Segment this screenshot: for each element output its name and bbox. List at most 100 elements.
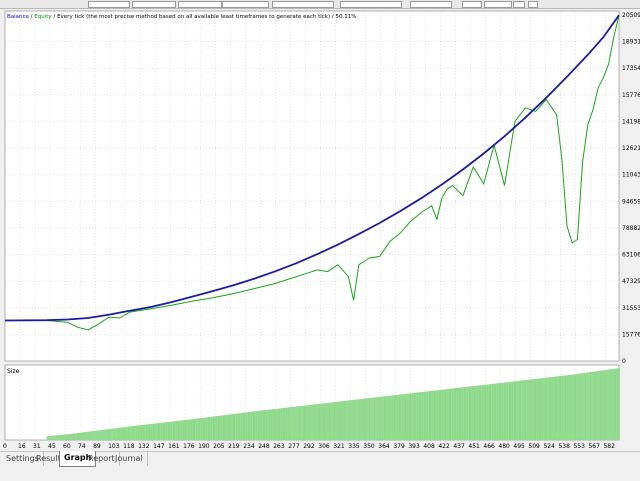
size-bar bbox=[240, 413, 242, 440]
size-bar bbox=[408, 393, 411, 440]
size-bar bbox=[263, 410, 266, 440]
size-bar bbox=[471, 386, 473, 440]
size-bar bbox=[160, 422, 162, 440]
size-bar bbox=[318, 403, 321, 440]
size-bar bbox=[182, 420, 185, 440]
size-bar bbox=[71, 433, 73, 440]
size-bar bbox=[551, 377, 553, 440]
size-bar bbox=[528, 379, 530, 440]
size-bar bbox=[134, 425, 136, 440]
size-bar bbox=[563, 375, 565, 440]
size-bar bbox=[441, 389, 443, 440]
size-bar bbox=[345, 400, 347, 440]
y-tick-label: 141988 bbox=[622, 118, 640, 125]
size-bar bbox=[537, 378, 539, 440]
size-bar bbox=[207, 417, 210, 440]
size-bar bbox=[276, 408, 278, 440]
size-bar bbox=[107, 429, 110, 440]
size-bar bbox=[377, 397, 379, 440]
size-bar bbox=[251, 411, 253, 440]
size-bar bbox=[135, 425, 137, 440]
size-bar bbox=[376, 397, 378, 440]
size-bar bbox=[616, 368, 618, 440]
size-bar bbox=[159, 422, 161, 440]
size-bar bbox=[188, 419, 191, 440]
size-bar bbox=[521, 380, 523, 440]
size-bar bbox=[488, 384, 491, 440]
size-bar bbox=[360, 399, 362, 440]
size-bar bbox=[64, 434, 66, 440]
size-bar bbox=[59, 435, 61, 440]
size-bar bbox=[375, 397, 377, 440]
size-bar bbox=[453, 388, 456, 440]
size-bar bbox=[46, 436, 48, 440]
size-bar bbox=[592, 371, 594, 440]
size-bar bbox=[486, 384, 488, 440]
size-bar bbox=[431, 390, 433, 440]
size-bar bbox=[162, 422, 165, 440]
tab-journal[interactable]: Journal bbox=[111, 452, 148, 466]
size-bar bbox=[205, 417, 207, 440]
size-bar bbox=[502, 382, 504, 440]
size-bar bbox=[516, 381, 518, 440]
size-bar bbox=[117, 427, 120, 440]
size-bar bbox=[211, 416, 213, 440]
size-bar bbox=[473, 385, 476, 440]
size-bar bbox=[356, 399, 358, 440]
size-bar bbox=[257, 410, 259, 440]
size-bar bbox=[55, 435, 57, 440]
size-bar bbox=[436, 390, 438, 440]
size-bar bbox=[281, 408, 283, 440]
size-bar bbox=[393, 395, 396, 440]
size-bar bbox=[275, 408, 277, 440]
y-tick-label: 47329 bbox=[622, 278, 640, 285]
y-tick-label: 157765 bbox=[622, 92, 640, 99]
x-tick-label: 422 bbox=[438, 443, 450, 450]
size-bar bbox=[215, 416, 217, 440]
size-bar bbox=[285, 407, 287, 440]
y-axis-ticks: 205094 189318 173541 157765 141988 126212 1104… bbox=[622, 12, 640, 365]
size-bar bbox=[405, 393, 407, 440]
size-bar bbox=[335, 401, 337, 440]
size-bar bbox=[311, 404, 313, 440]
size-bar bbox=[197, 418, 200, 440]
size-bar bbox=[508, 381, 510, 440]
size-bar bbox=[213, 416, 216, 440]
size-bar bbox=[140, 425, 142, 440]
size-bar bbox=[509, 381, 512, 440]
size-bar bbox=[261, 410, 263, 440]
size-bar bbox=[477, 385, 479, 440]
size-bar bbox=[131, 426, 133, 440]
size-bar bbox=[247, 412, 249, 440]
size-bar bbox=[94, 430, 96, 440]
size-bar bbox=[447, 388, 449, 440]
size-bar bbox=[392, 395, 394, 440]
size-bar bbox=[366, 398, 368, 440]
size-bar bbox=[395, 395, 397, 440]
x-tick-label: 335 bbox=[348, 443, 360, 450]
x-tick-label: 234 bbox=[243, 443, 255, 450]
size-bar bbox=[70, 433, 72, 440]
size-bar bbox=[336, 401, 338, 440]
size-bar bbox=[312, 404, 314, 440]
x-tick-label: 31 bbox=[33, 443, 41, 450]
size-bar bbox=[62, 434, 65, 440]
size-bar bbox=[527, 379, 529, 440]
size-bar bbox=[253, 411, 256, 440]
size-bar bbox=[210, 416, 212, 440]
size-bar bbox=[116, 428, 118, 440]
size-bar bbox=[300, 405, 302, 440]
size-bar bbox=[332, 402, 334, 440]
size-bar bbox=[47, 436, 50, 440]
size-bar bbox=[426, 391, 428, 440]
size-bar bbox=[591, 371, 593, 440]
size-bar bbox=[347, 400, 349, 440]
size-bar bbox=[361, 398, 363, 440]
size-bar bbox=[542, 378, 544, 440]
y-tick-label: 94659 bbox=[622, 198, 640, 205]
x-axis-ticks: 0 16 31 45 60 74 89 103 118 132 147 161 176 190 205 219… bbox=[3, 443, 615, 450]
x-tick-label: 364 bbox=[378, 443, 390, 450]
size-bar bbox=[307, 405, 309, 440]
x-tick-label: 74 bbox=[78, 443, 86, 450]
size-bar bbox=[322, 403, 324, 440]
